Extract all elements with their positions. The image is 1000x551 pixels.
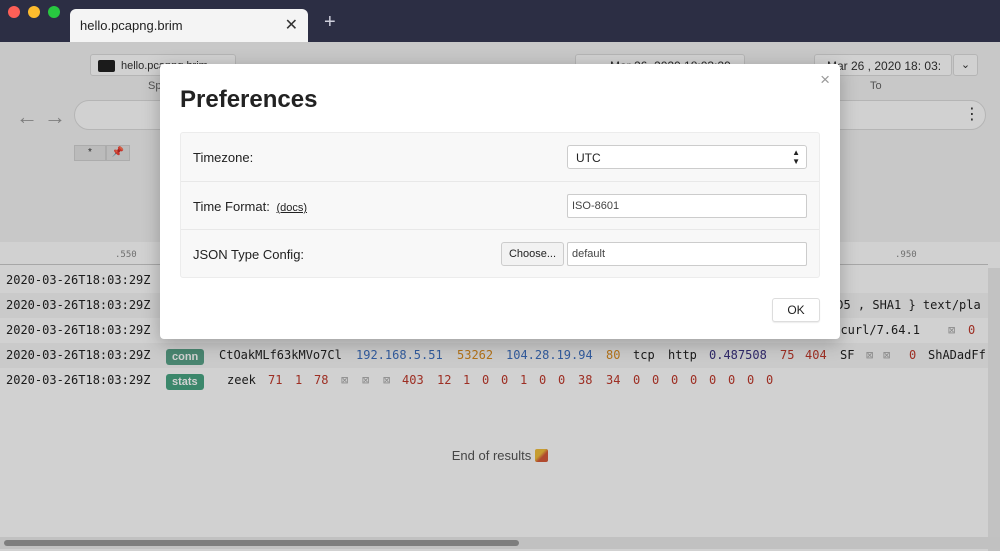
select-arrows-icon: ▲ ▼ xyxy=(792,148,800,166)
minimize-window-icon[interactable] xyxy=(28,6,40,18)
time-format-label-text: Time Format: xyxy=(193,199,270,214)
docs-link[interactable]: (docs) xyxy=(276,202,307,214)
window-titlebar: hello.pcapng.brim ✕ + xyxy=(0,0,1000,42)
zoom-window-icon[interactable] xyxy=(48,6,60,18)
plus-icon[interactable]: + xyxy=(324,12,336,32)
choose-file-button[interactable]: Choose... xyxy=(501,242,564,266)
timezone-value: UTC xyxy=(576,151,601,165)
ok-button[interactable]: OK xyxy=(772,298,820,322)
timezone-select[interactable]: UTC ▲ ▼ xyxy=(567,145,807,169)
preferences-list: Timezone: UTC ▲ ▼ Time Format: (docs) ISO… xyxy=(180,132,820,278)
time-format-label: Time Format: (docs) xyxy=(193,199,307,214)
json-config-input[interactable]: default xyxy=(567,242,807,266)
json-config-row: JSON Type Config: Choose... default xyxy=(181,229,819,277)
modal-title: Preferences xyxy=(180,86,318,113)
tab-hello-pcapng[interactable]: hello.pcapng.brim ✕ xyxy=(70,9,308,42)
close-window-icon[interactable] xyxy=(8,6,20,18)
preferences-modal: × Preferences Timezone: UTC ▲ ▼ Time Form… xyxy=(160,64,840,339)
json-config-label: JSON Type Config: xyxy=(193,247,305,262)
time-format-row: Time Format: (docs) ISO-8601 xyxy=(181,181,819,229)
close-icon[interactable]: ✕ xyxy=(285,15,298,35)
close-icon[interactable]: × xyxy=(820,70,830,90)
timezone-row: Timezone: UTC ▲ ▼ xyxy=(181,133,819,181)
tab-title: hello.pcapng.brim xyxy=(80,18,183,33)
time-format-input[interactable]: ISO-8601 xyxy=(567,194,807,218)
timezone-label: Timezone: xyxy=(193,150,254,165)
